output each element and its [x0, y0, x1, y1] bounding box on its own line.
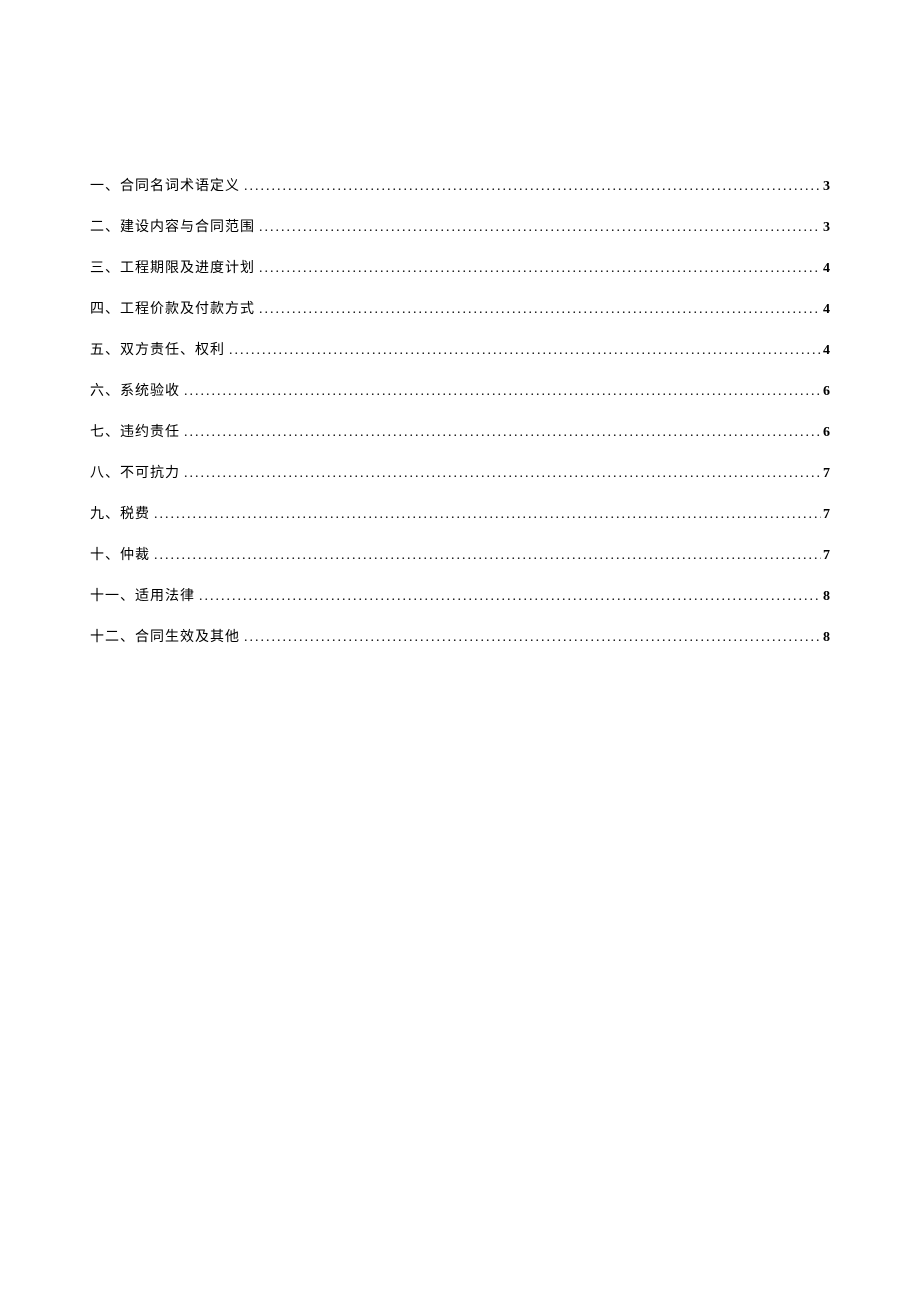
- toc-leader-dots: [244, 179, 821, 195]
- toc-page-number: 4: [823, 261, 830, 277]
- toc-label: 十二、合同生效及其他: [90, 626, 240, 646]
- toc-page-number: 6: [823, 425, 830, 441]
- toc-label: 八、不可抗力: [90, 462, 180, 482]
- toc-label: 九、税费: [90, 503, 150, 523]
- table-of-contents: 一、合同名词术语定义 3 二、建设内容与合同范围 3 三、工程期限及进度计划 4…: [90, 175, 830, 646]
- toc-label: 二、建设内容与合同范围: [90, 216, 255, 236]
- toc-leader-dots: [259, 220, 821, 236]
- toc-label: 五、双方责任、权利: [90, 339, 225, 359]
- toc-label: 一、合同名词术语定义: [90, 175, 240, 195]
- toc-page-number: 7: [823, 507, 830, 523]
- toc-entry: 八、不可抗力 7: [90, 462, 830, 482]
- toc-entry: 十一、适用法律 8: [90, 585, 830, 605]
- toc-page-number: 4: [823, 302, 830, 318]
- toc-leader-dots: [154, 548, 821, 564]
- toc-label: 十、仲裁: [90, 544, 150, 564]
- toc-entry: 二、建设内容与合同范围 3: [90, 216, 830, 236]
- toc-page-number: 3: [823, 179, 830, 195]
- toc-leader-dots: [184, 425, 821, 441]
- toc-label: 六、系统验收: [90, 380, 180, 400]
- toc-entry: 十二、合同生效及其他 8: [90, 626, 830, 646]
- toc-page-number: 4: [823, 343, 830, 359]
- toc-page-number: 8: [823, 630, 830, 646]
- toc-entry: 一、合同名词术语定义 3: [90, 175, 830, 195]
- toc-entry: 五、双方责任、权利 4: [90, 339, 830, 359]
- toc-leader-dots: [184, 384, 821, 400]
- toc-leader-dots: [199, 589, 821, 605]
- toc-leader-dots: [259, 302, 821, 318]
- toc-label: 三、工程期限及进度计划: [90, 257, 255, 277]
- toc-entry: 三、工程期限及进度计划 4: [90, 257, 830, 277]
- toc-label: 十一、适用法律: [90, 585, 195, 605]
- toc-leader-dots: [184, 466, 821, 482]
- toc-entry: 六、系统验收 6: [90, 380, 830, 400]
- toc-page-number: 7: [823, 548, 830, 564]
- toc-leader-dots: [154, 507, 821, 523]
- toc-label: 四、工程价款及付款方式: [90, 298, 255, 318]
- toc-label: 七、违约责任: [90, 421, 180, 441]
- toc-entry: 九、税费 7: [90, 503, 830, 523]
- toc-page-number: 6: [823, 384, 830, 400]
- toc-page-number: 7: [823, 466, 830, 482]
- toc-entry: 四、工程价款及付款方式 4: [90, 298, 830, 318]
- toc-page-number: 3: [823, 220, 830, 236]
- toc-page-number: 8: [823, 589, 830, 605]
- toc-entry: 十、仲裁 7: [90, 544, 830, 564]
- toc-leader-dots: [229, 343, 821, 359]
- toc-leader-dots: [259, 261, 821, 277]
- toc-leader-dots: [244, 630, 821, 646]
- toc-entry: 七、违约责任 6: [90, 421, 830, 441]
